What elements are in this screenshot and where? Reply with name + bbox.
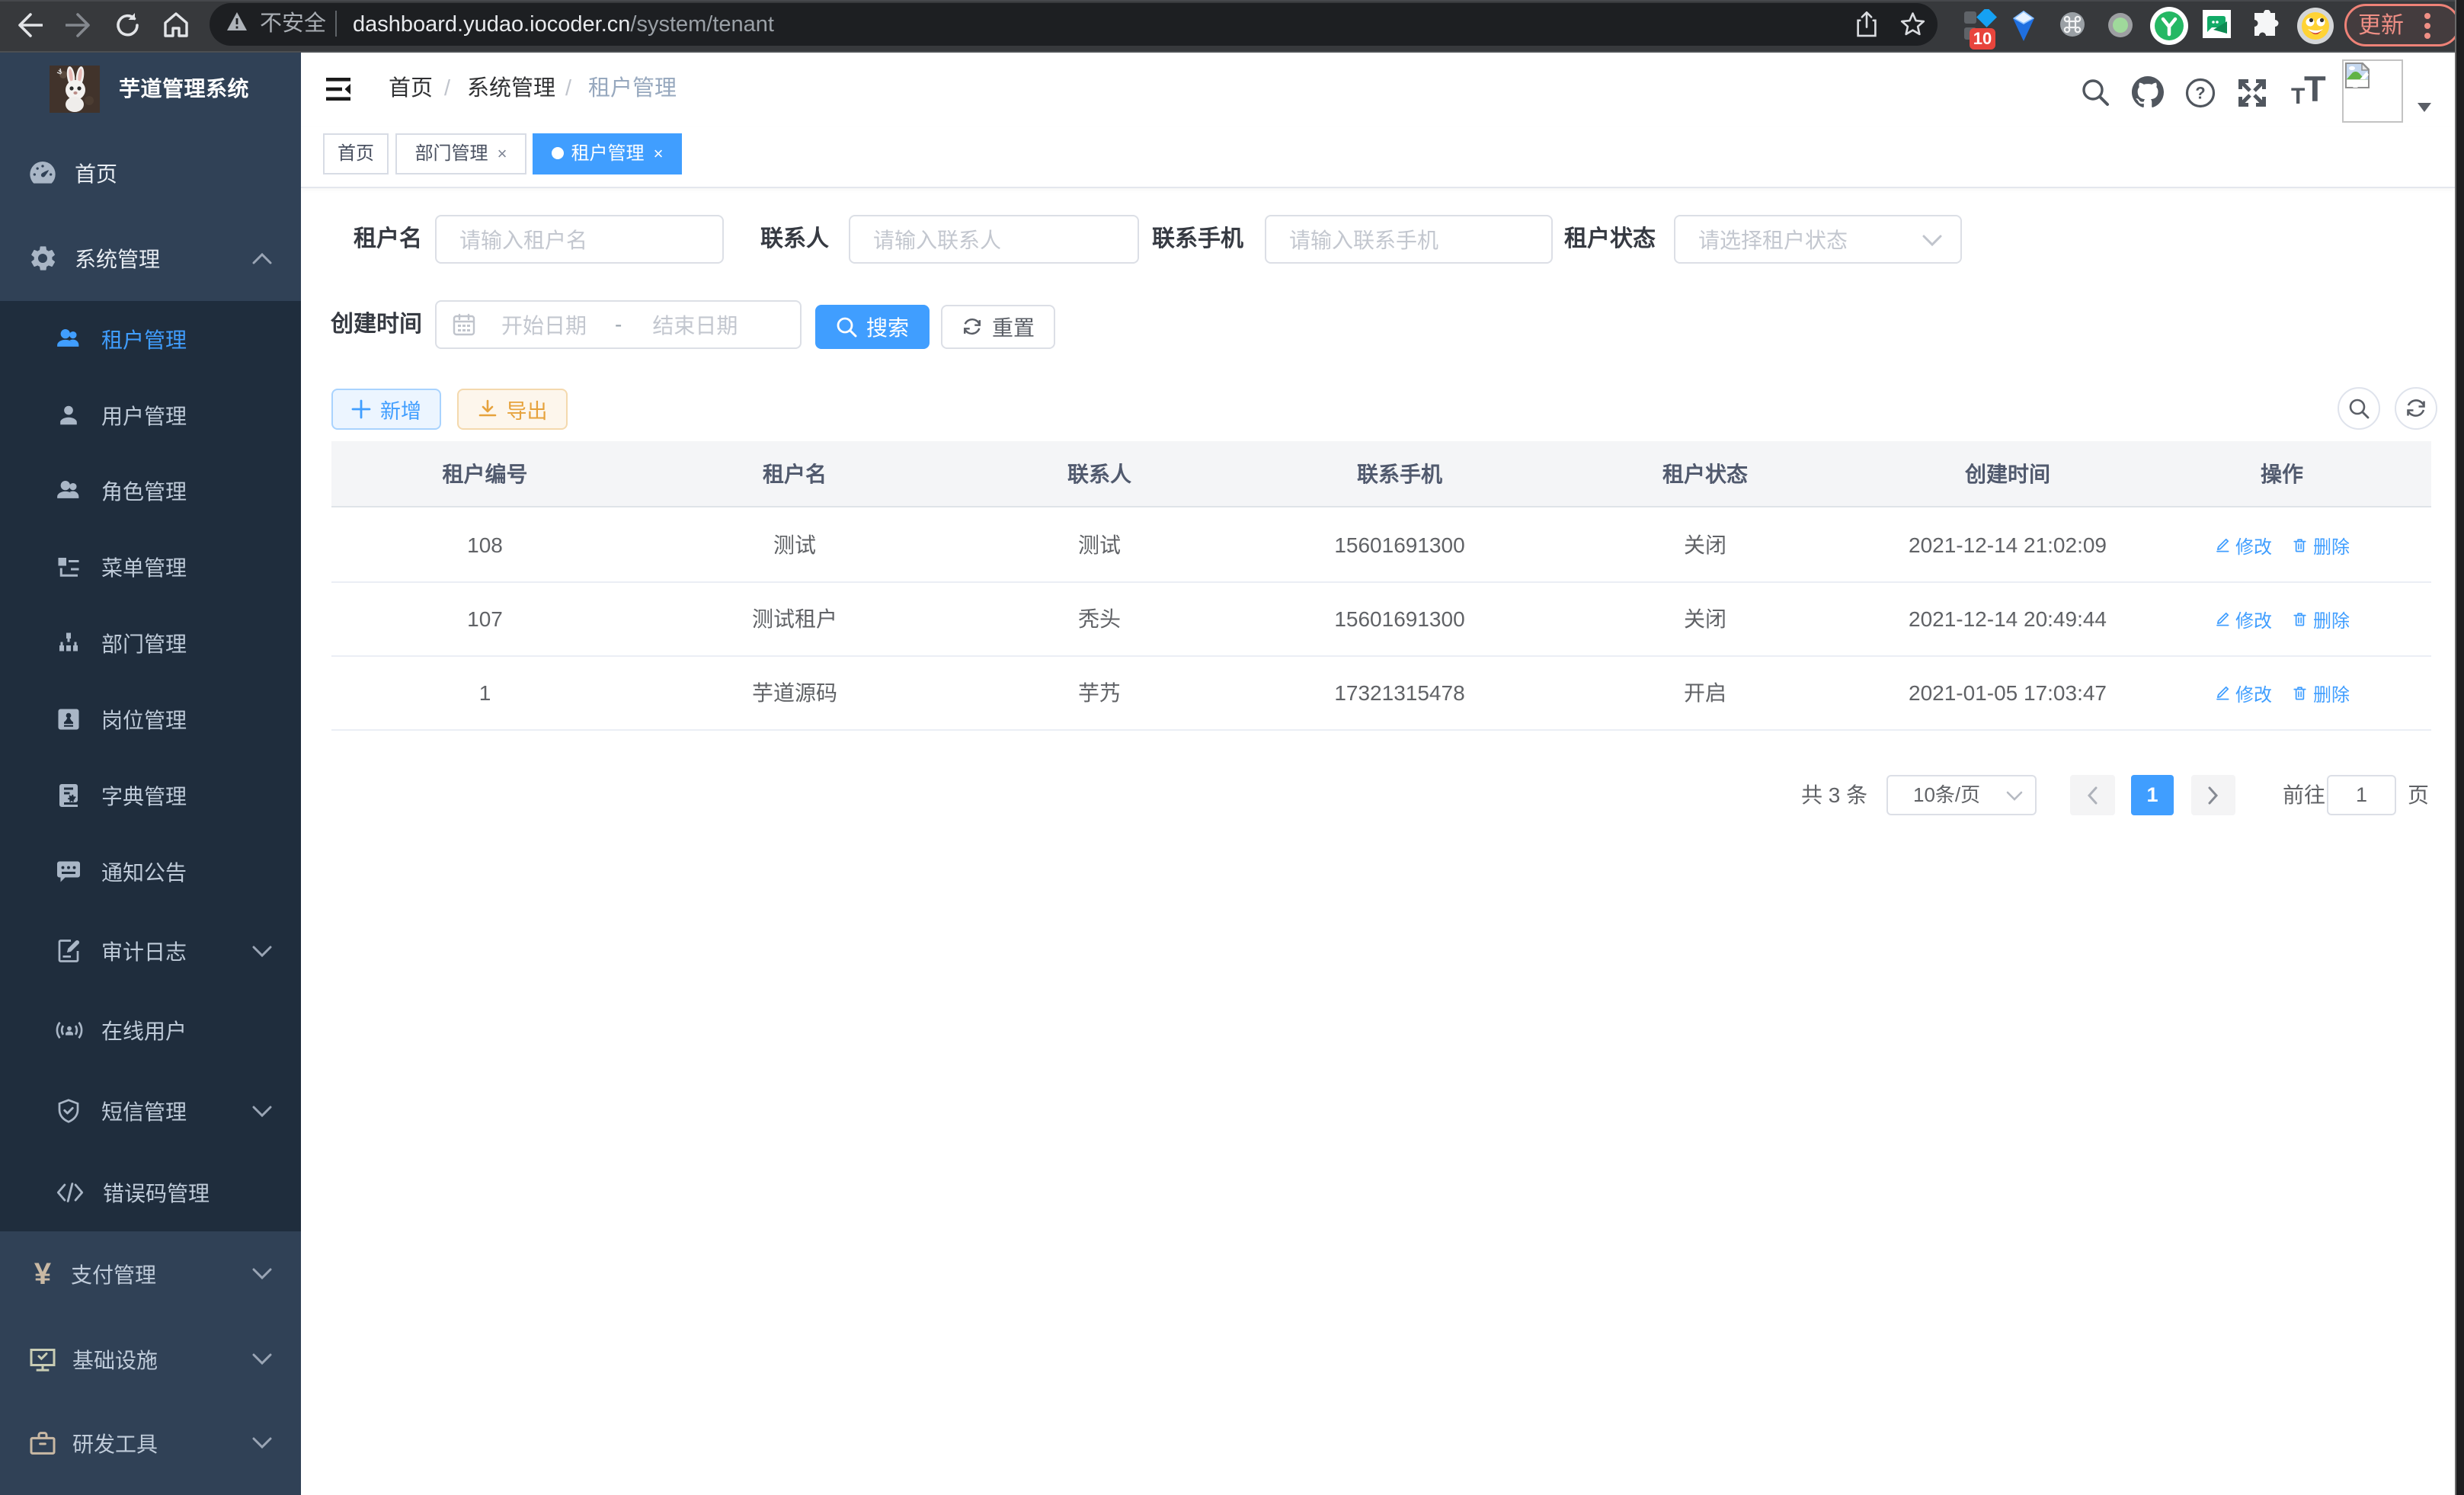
svg-text:?: ? [2195,84,2205,103]
